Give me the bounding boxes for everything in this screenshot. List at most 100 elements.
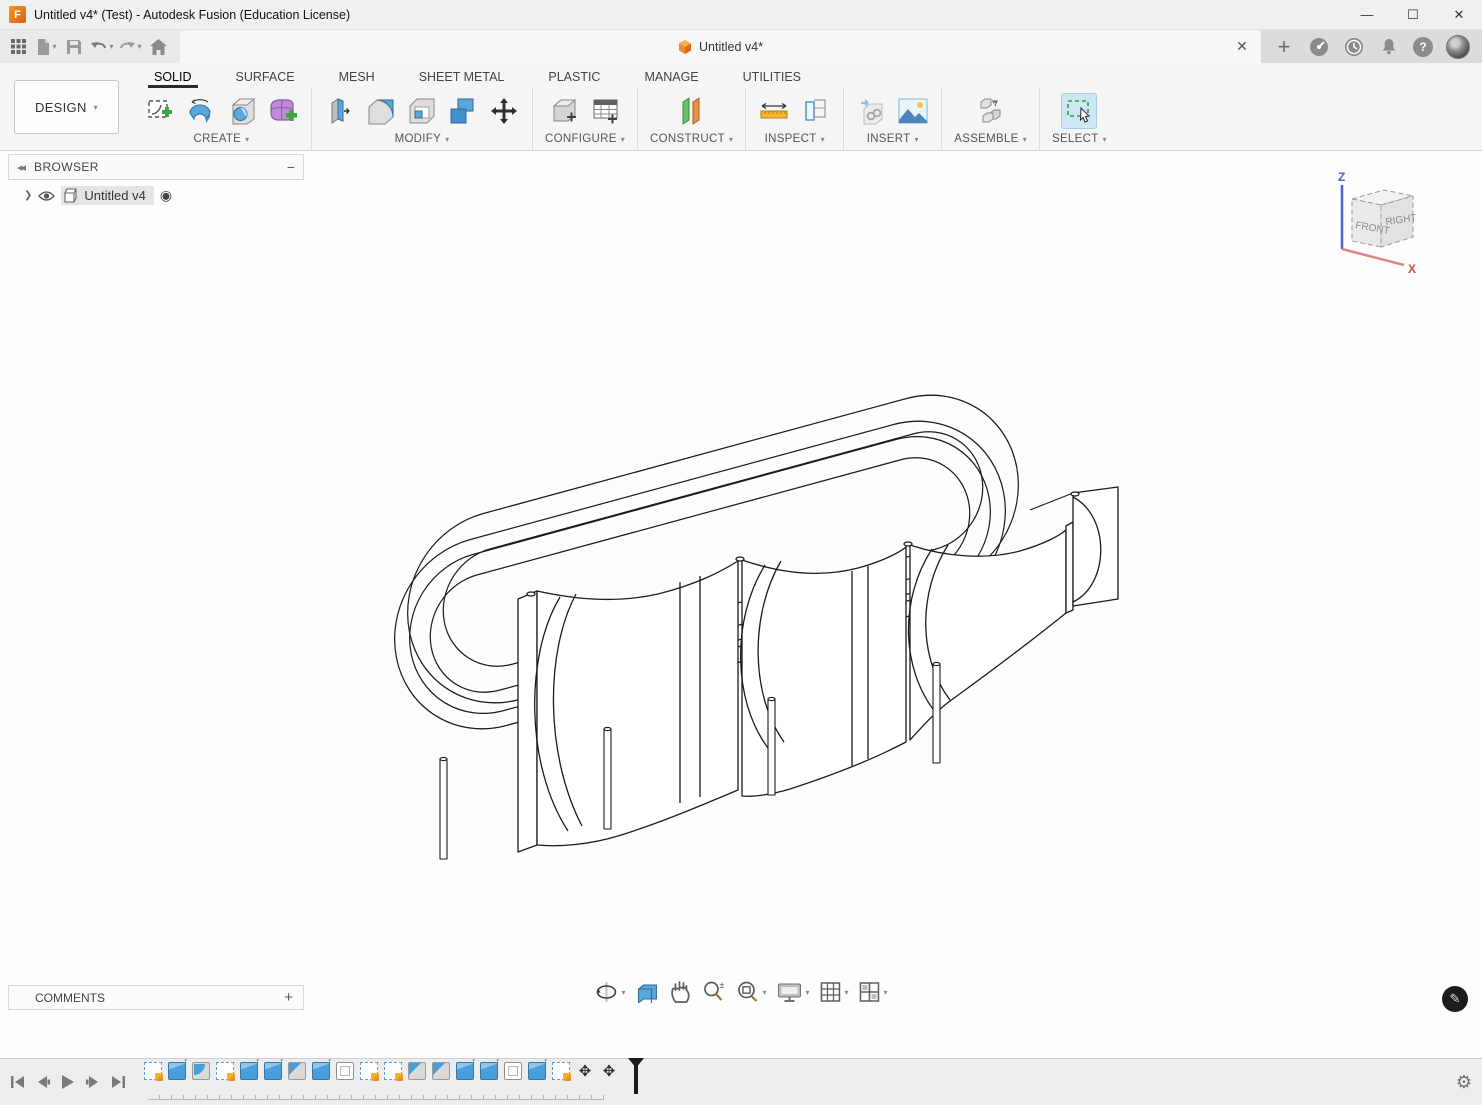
play-icon[interactable] bbox=[60, 1074, 76, 1090]
minimize-button[interactable]: — bbox=[1344, 0, 1390, 29]
tab-solid[interactable]: SOLID bbox=[132, 70, 214, 88]
minimize-panel-icon[interactable]: − bbox=[287, 159, 295, 175]
orbit-icon[interactable]: ▾ bbox=[592, 978, 627, 1006]
tab-close-icon[interactable]: ✕ bbox=[1231, 36, 1253, 58]
avatar[interactable] bbox=[1446, 35, 1470, 59]
timeline-fillet-icon[interactable] bbox=[192, 1062, 210, 1080]
timeline-shell-icon[interactable] bbox=[336, 1062, 354, 1080]
viewports-icon[interactable]: ▾ bbox=[857, 979, 890, 1005]
browser-root-item[interactable]: ❯ Untitled v4 ◉ bbox=[8, 180, 304, 205]
timeline-extrude-icon[interactable] bbox=[456, 1062, 474, 1080]
timeline-extrude-icon[interactable] bbox=[240, 1062, 258, 1080]
timeline-sketch-icon[interactable] bbox=[144, 1062, 162, 1080]
timeline-settings-gear-icon[interactable]: ⚙ bbox=[1456, 1072, 1472, 1093]
insert-image-icon[interactable] bbox=[897, 95, 929, 127]
configure-icon[interactable] bbox=[549, 95, 581, 127]
tab-surface[interactable]: SURFACE bbox=[214, 70, 317, 88]
step-forward-icon[interactable] bbox=[85, 1075, 101, 1089]
timeline-sketch-icon[interactable] bbox=[552, 1062, 570, 1080]
timeline-chamfer-icon[interactable] bbox=[432, 1062, 450, 1080]
expand-arrow-icon[interactable]: ❯ bbox=[24, 190, 32, 201]
fillet-icon[interactable] bbox=[365, 95, 397, 127]
help-icon[interactable]: ? bbox=[1413, 37, 1433, 57]
press-pull-icon[interactable] bbox=[324, 95, 356, 127]
model-3d-view[interactable] bbox=[0, 151, 1482, 1058]
timeline-shell-icon[interactable] bbox=[504, 1062, 522, 1080]
app-grid-icon[interactable] bbox=[6, 34, 30, 60]
primitive-cylinder-icon[interactable] bbox=[226, 95, 258, 127]
group-insert-label[interactable]: INSERT▾ bbox=[867, 133, 919, 145]
tab-sheet-metal[interactable]: SHEET METAL bbox=[397, 70, 527, 88]
visibility-eye-icon[interactable] bbox=[38, 190, 55, 202]
go-to-start-icon[interactable] bbox=[10, 1075, 26, 1089]
viewport-canvas[interactable]: ◂◂ BROWSER − ❯ Untitled v4 ◉ Z bbox=[0, 151, 1482, 1058]
home-icon[interactable] bbox=[146, 34, 170, 60]
display-settings-icon[interactable]: ▾ bbox=[774, 979, 811, 1005]
timeline-playhead[interactable] bbox=[628, 1058, 644, 1094]
browser-header[interactable]: ◂◂ BROWSER − bbox=[8, 154, 304, 180]
assemble-icon[interactable] bbox=[975, 95, 1007, 127]
group-construct-label[interactable]: CONSTRUCT▾ bbox=[650, 133, 733, 145]
workspace-switcher[interactable]: DESIGN ▾ bbox=[14, 80, 119, 134]
timeline-extrude-icon[interactable] bbox=[480, 1062, 498, 1080]
add-comment-icon[interactable]: + bbox=[284, 989, 293, 1006]
close-button[interactable]: ✕ bbox=[1436, 0, 1482, 29]
notifications-bell-icon[interactable] bbox=[1378, 36, 1400, 58]
section-analysis-icon[interactable] bbox=[799, 95, 831, 127]
tab-mesh[interactable]: MESH bbox=[317, 70, 397, 88]
new-tab-icon[interactable]: + bbox=[1273, 36, 1295, 58]
move-icon[interactable] bbox=[488, 95, 520, 127]
combine-icon[interactable] bbox=[447, 95, 479, 127]
collapse-panel-icon[interactable]: ◂◂ bbox=[17, 161, 24, 174]
activate-component-radio[interactable]: ◉ bbox=[160, 187, 172, 204]
tab-manage[interactable]: MANAGE bbox=[622, 70, 720, 88]
chevron-down-icon: ▾ bbox=[914, 135, 918, 144]
timeline-extrude-icon[interactable] bbox=[528, 1062, 546, 1080]
file-menu-icon[interactable]: ▾ bbox=[34, 34, 58, 60]
timeline-extrude-icon[interactable] bbox=[312, 1062, 330, 1080]
create-form-icon[interactable] bbox=[267, 95, 299, 127]
insert-derive-icon[interactable] bbox=[856, 95, 888, 127]
job-status-icon[interactable] bbox=[1343, 36, 1365, 58]
group-create-label[interactable]: CREATE▾ bbox=[194, 133, 250, 145]
group-modify-label[interactable]: MODIFY▾ bbox=[395, 133, 450, 145]
create-sketch-icon[interactable] bbox=[144, 95, 176, 127]
redo-icon[interactable]: ▾ bbox=[118, 34, 142, 60]
tab-utilities[interactable]: UTILITIES bbox=[721, 70, 823, 88]
comments-bar[interactable]: COMMENTS + bbox=[8, 985, 304, 1010]
select-tool-icon[interactable] bbox=[1061, 93, 1097, 129]
pan-icon[interactable] bbox=[667, 978, 693, 1006]
timeline-sketch-icon[interactable] bbox=[384, 1062, 402, 1080]
group-inspect-label[interactable]: INSPECT▾ bbox=[765, 133, 825, 145]
group-assemble-label[interactable]: ASSEMBLE▾ bbox=[954, 133, 1027, 145]
configuration-table-icon[interactable] bbox=[590, 95, 622, 127]
timeline-extrude-icon[interactable] bbox=[168, 1062, 186, 1080]
maximize-button[interactable]: ☐ bbox=[1390, 0, 1436, 29]
view-cube[interactable]: Z X FRONT RIGHT bbox=[1312, 163, 1430, 281]
undo-icon[interactable]: ▾ bbox=[90, 34, 114, 60]
go-to-end-icon[interactable] bbox=[110, 1075, 126, 1089]
shell-icon[interactable] bbox=[406, 95, 438, 127]
group-select-label[interactable]: SELECT▾ bbox=[1052, 133, 1107, 145]
save-icon[interactable] bbox=[62, 34, 86, 60]
zoom-icon[interactable]: ± bbox=[699, 978, 727, 1006]
revolve-icon[interactable] bbox=[185, 95, 217, 127]
assistant-icon[interactable]: ✎ bbox=[1442, 986, 1468, 1012]
timeline-move-icon[interactable] bbox=[576, 1062, 594, 1080]
extensions-icon[interactable] bbox=[1308, 36, 1330, 58]
timeline-sketch-icon[interactable] bbox=[216, 1062, 234, 1080]
fit-icon[interactable]: ▾ bbox=[733, 978, 768, 1006]
document-tab[interactable]: Untitled v4* ✕ bbox=[180, 30, 1261, 63]
timeline-move-icon[interactable] bbox=[600, 1062, 618, 1080]
look-at-icon[interactable] bbox=[633, 979, 661, 1005]
group-configure-label[interactable]: CONFIGURE▾ bbox=[545, 133, 625, 145]
step-back-icon[interactable] bbox=[35, 1075, 51, 1089]
timeline-chamfer-icon[interactable] bbox=[408, 1062, 426, 1080]
measure-icon[interactable] bbox=[758, 95, 790, 127]
timeline-sketch-icon[interactable] bbox=[360, 1062, 378, 1080]
construct-plane-icon[interactable] bbox=[676, 95, 708, 127]
timeline-extrude-icon[interactable] bbox=[264, 1062, 282, 1080]
grid-display-icon[interactable]: ▾ bbox=[818, 979, 851, 1005]
tab-plastic[interactable]: PLASTIC bbox=[526, 70, 622, 88]
timeline-chamfer-icon[interactable] bbox=[288, 1062, 306, 1080]
